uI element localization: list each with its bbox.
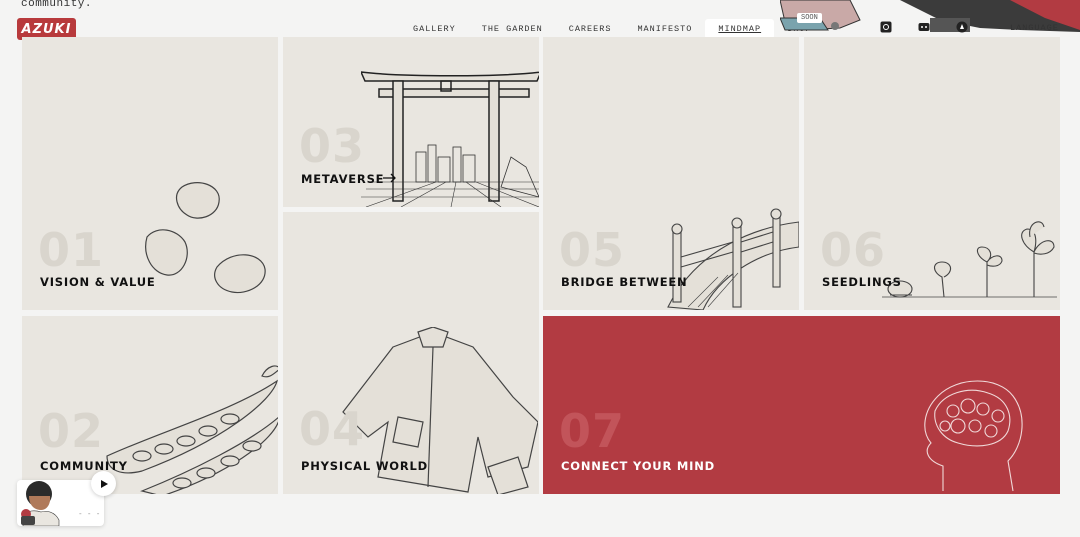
brain-head-illustration	[924, 380, 1023, 492]
nav-the-garden[interactable]: THE GARDEN	[469, 19, 556, 39]
language-selector[interactable]: LANGUAGE	[1010, 23, 1059, 33]
tile-number: 01	[38, 223, 105, 277]
tile-label: VISION & VALUE	[40, 275, 156, 289]
tile-metaverse[interactable]: 03 METAVERSE	[283, 37, 539, 207]
tile-number: 05	[559, 223, 626, 277]
bridge-illustration	[667, 208, 799, 310]
tile-physical-world[interactable]: 04 PHYSICAL WORLD	[283, 212, 539, 494]
tile-number: 02	[38, 404, 105, 458]
tile-label: COMMUNITY	[40, 459, 128, 473]
main-nav: GALLERY THE GARDEN CAREERS MANIFESTO MIN…	[400, 19, 825, 39]
play-button[interactable]	[91, 471, 116, 496]
intro-text-fragment: community.	[21, 0, 93, 10]
tile-vision-value[interactable]: 01 VISION & VALUE	[22, 37, 278, 310]
tile-label: CONNECT YOUR MIND	[561, 459, 715, 473]
tile-number: 04	[299, 402, 366, 456]
soon-badge: SOON	[797, 13, 822, 23]
tile-label: SEEDLINGS	[822, 275, 902, 289]
nav-manifesto[interactable]: MANIFESTO	[624, 19, 705, 39]
arrow-right-icon	[383, 173, 396, 183]
tile-connect-your-mind[interactable]: 07 CONNECT YOUR MIND	[543, 316, 1060, 494]
nav-mindmap[interactable]: MINDMAP	[705, 19, 775, 39]
nav-gallery[interactable]: GALLERY	[400, 19, 469, 39]
character-avatar	[21, 481, 60, 526]
nav-careers[interactable]: CAREERS	[556, 19, 625, 39]
beans-illustration	[145, 182, 266, 294]
tile-number: 03	[299, 119, 366, 173]
opensea-icon[interactable]	[956, 21, 968, 33]
bean-pods-illustration	[106, 365, 278, 494]
tile-seedlings[interactable]: 06 SEEDLINGS	[804, 37, 1060, 310]
player-status: - - -	[79, 509, 102, 518]
tile-label: PHYSICAL WORLD	[301, 459, 429, 473]
tile-label: METAVERSE	[301, 172, 385, 186]
social-icons	[880, 21, 968, 33]
discord-icon[interactable]	[918, 21, 930, 33]
instagram-icon[interactable]	[880, 21, 892, 33]
seedlings-illustration	[882, 221, 1057, 298]
tile-bridge-between[interactable]: 05 BRIDGE BETWEEN	[543, 37, 799, 310]
play-icon	[100, 479, 108, 488]
tile-label: BRIDGE BETWEEN	[561, 275, 688, 289]
tile-community[interactable]: 02 COMMUNITY	[22, 316, 278, 494]
torii-gate-illustration	[361, 71, 539, 207]
tile-number: 07	[559, 404, 626, 458]
tile-number: 06	[820, 223, 887, 277]
